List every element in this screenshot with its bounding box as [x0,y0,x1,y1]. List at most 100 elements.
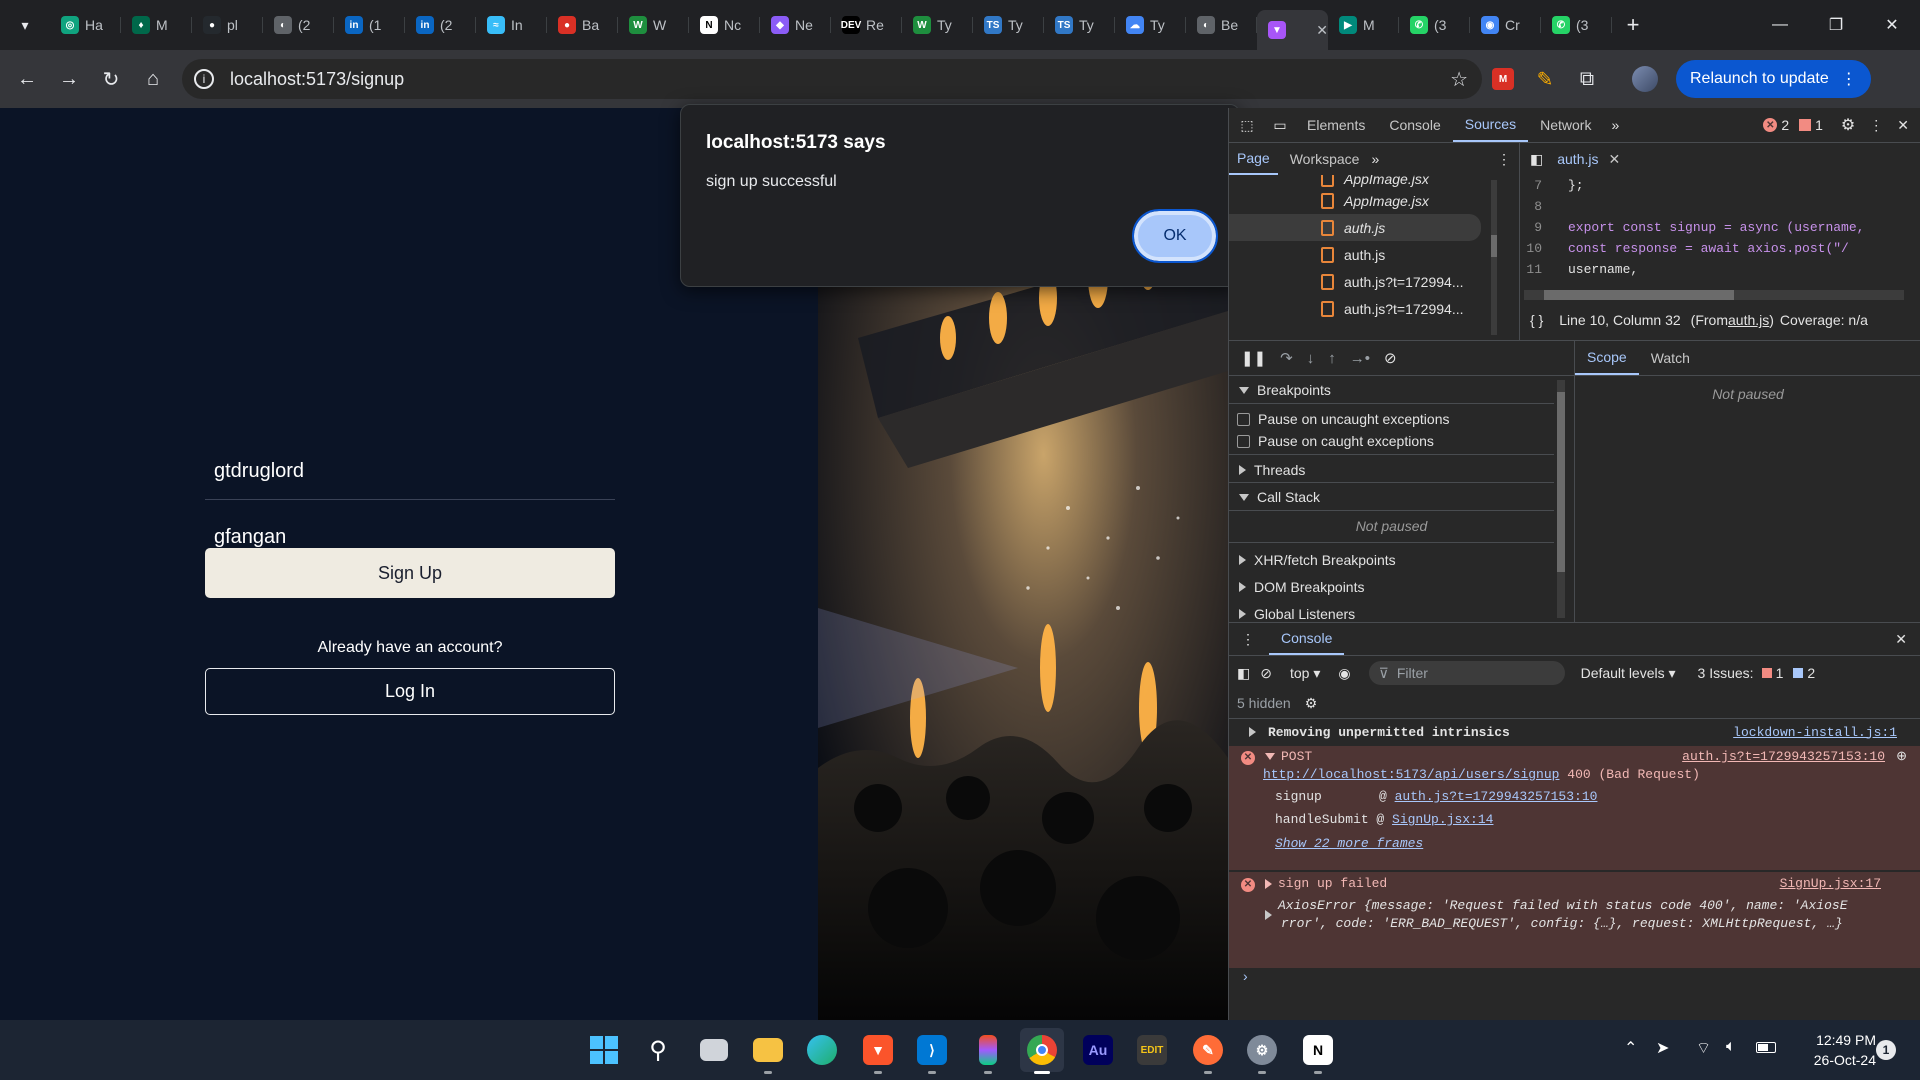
volume-icon[interactable]: 🔈︎ [1726,1038,1736,1056]
device-toolbar-icon[interactable]: ▭ [1265,117,1295,134]
back-icon[interactable]: ← [6,58,48,100]
browser-tab[interactable]: W Ty [902,8,973,42]
file-tree-scrollbar[interactable] [1491,180,1497,335]
close-window-icon[interactable]: ✕ [1864,0,1920,50]
tab-watch[interactable]: Watch [1639,341,1702,375]
tab-console[interactable]: Console [1377,108,1452,142]
figma-icon[interactable] [966,1028,1010,1074]
file-item-selected[interactable]: auth.js [1321,214,1385,241]
drawer-tab-console[interactable]: Console [1269,623,1345,655]
console-prompt[interactable]: › [1243,968,1248,984]
task-view-icon[interactable] [692,1028,736,1072]
more-tabs-icon[interactable]: » [1603,117,1627,133]
kebab-menu-icon[interactable]: ⋮ [1841,69,1857,89]
signup-button[interactable]: Sign Up [205,548,615,598]
source-link[interactable]: lockdown-install.js:1 [1733,725,1897,740]
postman-icon[interactable]: ✎ [1186,1028,1230,1074]
tab-sources[interactable]: Sources [1452,108,1529,142]
more-nav-icon[interactable]: » [1371,151,1379,167]
browser-tab[interactable]: DEV Re [831,8,902,42]
status-file-link[interactable]: auth.js [1728,312,1769,328]
browser-tab[interactable]: ✆ (3 [1399,8,1470,42]
close-drawer-icon[interactable]: ✕ [1895,631,1907,648]
username-input[interactable]: gtdruglord [205,440,615,500]
debugger-scrollbar[interactable] [1557,380,1565,618]
drawer-menu-icon[interactable]: ⋮ [1241,631,1255,648]
warning-count-badge[interactable]: 1 [1799,117,1823,133]
relaunch-button[interactable]: Relaunch to update ⋮ [1676,60,1871,98]
inspect-element-icon[interactable]: ⬚ [1229,117,1265,134]
tab-scope[interactable]: Scope [1575,341,1639,375]
browser-tab[interactable]: in (1 [334,8,405,42]
call-stack-section[interactable]: Call Stack [1239,486,1320,508]
tab-elements[interactable]: Elements [1295,108,1377,142]
console-filter-input[interactable]: ⊽ Filter [1368,661,1565,685]
code-hscrollbar[interactable] [1524,290,1904,300]
edge-icon[interactable] [800,1028,844,1072]
tab-network[interactable]: Network [1528,108,1603,142]
notion-icon[interactable]: N [1296,1028,1340,1074]
nav-tab-page[interactable]: Page [1229,143,1278,175]
reload-icon[interactable]: ↻ [90,58,132,100]
browser-tab[interactable]: N Nc [689,8,760,42]
console-error-signup-failed[interactable]: ✕ sign up failed SignUp.jsx:17 AxiosErro… [1229,872,1920,968]
pretty-print-icon[interactable]: { } [1530,312,1543,328]
browser-tab[interactable]: in (2 [405,8,476,42]
extensions-puzzle-icon[interactable]: ⧉ [1566,58,1608,100]
settings-gear-icon[interactable]: ⚙ [1841,115,1855,135]
forward-icon[interactable]: → [48,58,90,100]
file-item[interactable]: auth.js?t=172994... [1321,268,1464,295]
breakpoints-section[interactable]: Breakpoints [1239,379,1331,401]
browser-tab[interactable]: ☁ Ty [1115,8,1186,42]
audition-icon[interactable]: Au [1076,1028,1120,1072]
home-icon[interactable]: ⌂ [132,58,174,100]
minimize-icon[interactable]: — [1752,0,1808,50]
new-tab-icon[interactable]: + [1612,4,1654,46]
maximize-icon[interactable]: ❐ [1808,0,1864,50]
file-item[interactable]: auth.js?t=172994... [1321,295,1464,322]
editor-tab-authjs[interactable]: auth.js ✕ [1557,151,1620,168]
browser-tab[interactable]: ◐ (2 [263,8,334,42]
file-item[interactable]: AppImage.jsx [1321,187,1429,214]
tray-send-icon[interactable]: ➤ [1656,1038,1669,1058]
frame-link[interactable]: SignUp.jsx:14 [1392,812,1493,827]
context-select[interactable]: top ▾ [1290,665,1320,682]
close-devtools-icon[interactable]: ✕ [1897,117,1909,134]
clock[interactable]: 12:49 PM 26-Oct-24 [1792,1030,1876,1070]
console-settings-icon[interactable]: ⚙ [1305,695,1318,712]
show-more-frames-link[interactable]: Show 22 more frames [1275,836,1423,851]
dom-breakpoints-section[interactable]: DOM Breakpoints [1239,576,1364,598]
extension-red-icon[interactable]: M [1482,58,1524,100]
nav-menu-icon[interactable]: ⋮ [1497,151,1511,168]
console-sidebar-icon[interactable]: ◧ [1237,665,1250,682]
deactivate-breakpoints-icon[interactable]: ⊘ [1384,349,1397,367]
pause-caught-checkbox[interactable]: Pause on caught exceptions [1237,430,1434,452]
request-url-link[interactable]: http://localhost:5173/api/users/signup [1263,767,1559,782]
xhr-breakpoints-section[interactable]: XHR/fetch Breakpoints [1239,549,1396,571]
nav-tab-workspace[interactable]: Workspace [1278,143,1372,175]
console-error-post[interactable]: ✕ POST auth.js?t=1729943257153:10 ⊕ http… [1229,746,1920,870]
login-button[interactable]: Log In [205,668,615,715]
issues-counter[interactable]: 3 Issues: 1 2 [1698,665,1816,681]
step-out-icon[interactable]: ↑ [1328,350,1336,367]
close-file-icon[interactable]: ✕ [1608,151,1620,168]
devtools-menu-icon[interactable]: ⋮ [1869,117,1883,134]
browser-tab[interactable]: TS Ty [1044,8,1115,42]
network-globe-icon[interactable]: ⊕ [1896,749,1907,764]
pause-uncaught-checkbox[interactable]: Pause on uncaught exceptions [1237,408,1449,430]
toggle-navigator-icon[interactable]: ◧ [1530,151,1543,168]
extension-pen-icon[interactable]: ✎ [1524,58,1566,100]
browser-tab[interactable]: WW [618,8,689,42]
browser-tab[interactable]: ♦ M [121,8,192,42]
pause-resume-icon[interactable]: ❚❚ [1241,349,1266,367]
browser-tab-active[interactable]: ▼ ✕ [1257,10,1328,50]
log-levels-select[interactable]: Default levels ▾ [1581,665,1676,682]
global-listeners-section[interactable]: Global Listeners [1239,603,1355,622]
address-bar[interactable]: i localhost:5173/signup ☆ [182,59,1482,99]
frame-link[interactable]: auth.js?t=1729943257153:10 [1395,789,1598,804]
clear-console-icon[interactable]: ⊘ [1260,665,1272,682]
browser-tab[interactable]: ✆ (3 [1541,8,1612,42]
source-link[interactable]: SignUp.jsx:17 [1780,876,1881,891]
browser-tab[interactable]: ● pl [192,8,263,42]
code-editor[interactable]: 7}; 8 9 export const signup = async (user… [1520,175,1920,287]
